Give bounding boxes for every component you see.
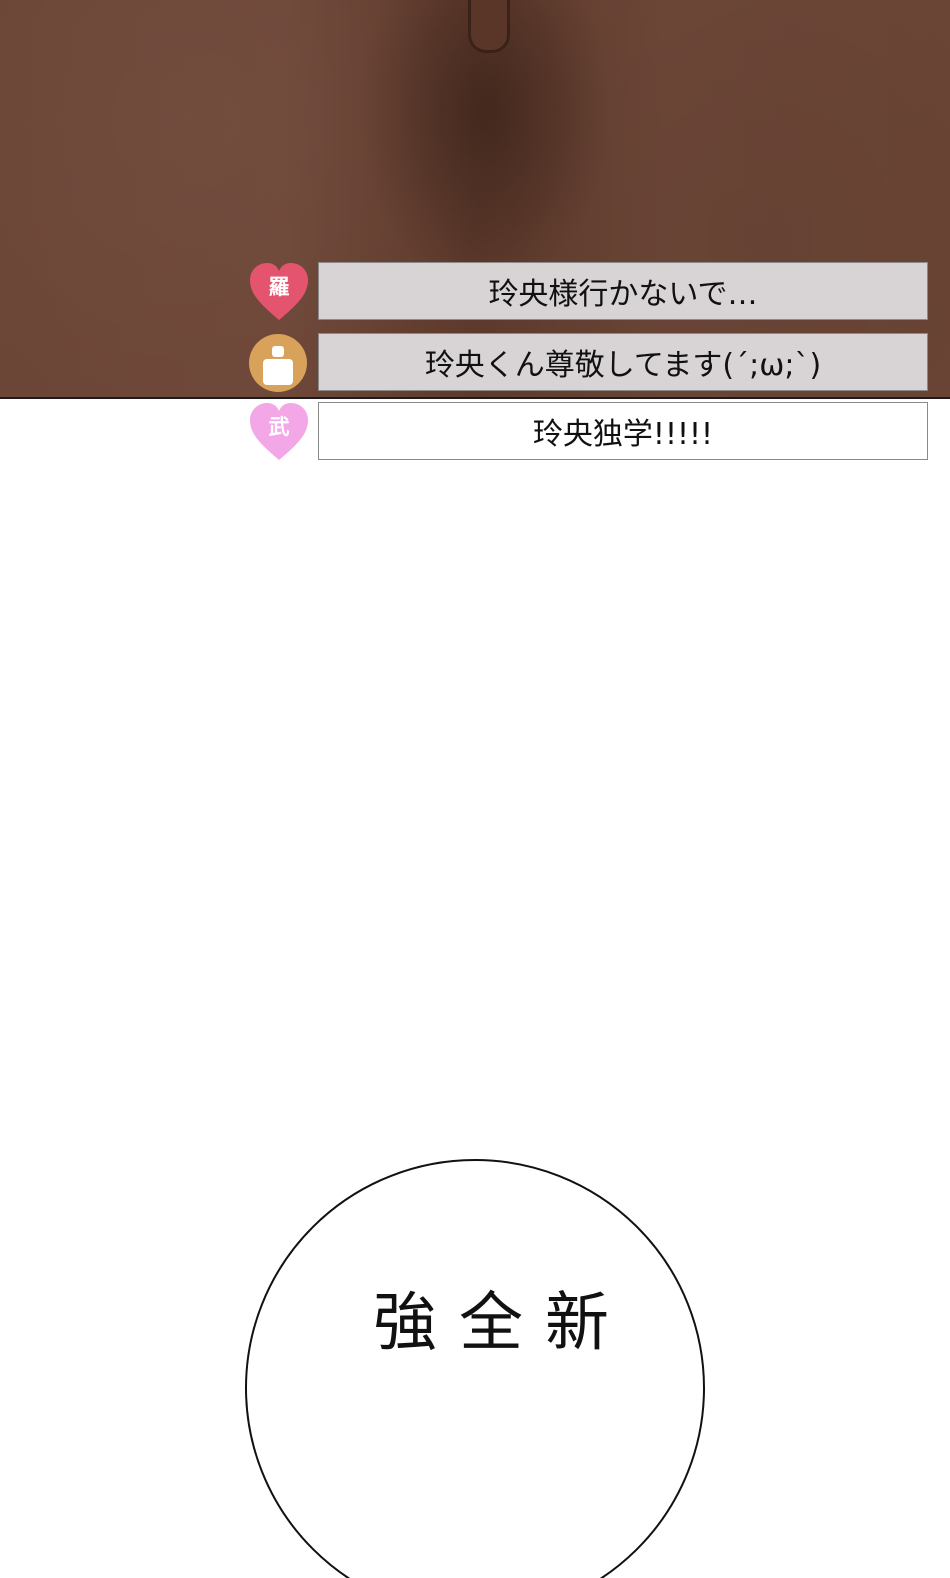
bubble-column: 全 <box>448 1288 522 1354</box>
comment-row: 玲央くん尊敬してます(´;ω;`) <box>248 333 930 393</box>
bubble-column: 新 <box>534 1288 608 1354</box>
comment-row: 羅 玲央様行かないで… <box>248 262 930 322</box>
avatar-character: 羅 <box>268 275 290 299</box>
comment-text: 玲央くん尊敬してます(´;ω;`) <box>318 333 928 391</box>
comment-text: 玲央様行かないで… <box>318 262 928 320</box>
comment-row: 武 玲央独学!!!!! <box>248 402 930 462</box>
avatar-character: 武 <box>268 415 290 439</box>
heart-avatar-icon: 武 <box>248 402 310 462</box>
person-silhouette <box>249 334 307 392</box>
default-user-avatar-icon <box>248 333 310 393</box>
scene-detail <box>468 0 510 53</box>
speech-bubble-text: 新 全 強 <box>355 1288 615 1378</box>
bubble-column: 強 <box>362 1288 436 1354</box>
heart-avatar-icon: 羅 <box>248 262 310 322</box>
comment-text: 玲央独学!!!!! <box>318 402 928 460</box>
